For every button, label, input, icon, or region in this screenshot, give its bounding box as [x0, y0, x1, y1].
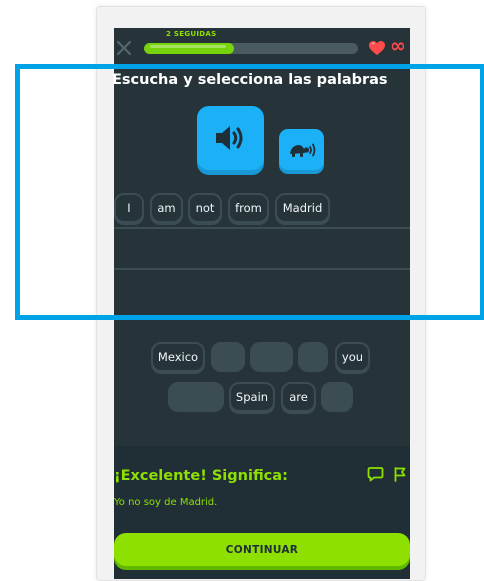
play-audio-button[interactable]: [197, 106, 264, 170]
answer-tile[interactable]: Madrid: [275, 193, 330, 223]
progress-bar: [144, 43, 358, 54]
hearts-count: ∞: [390, 35, 406, 57]
word-bank-empty-slot: [321, 382, 353, 412]
answer-tile[interactable]: am: [150, 193, 183, 223]
answer-line: [114, 268, 410, 270]
play-slow-audio-button[interactable]: [279, 129, 324, 170]
streak-label: 2 SEGUIDAS: [166, 30, 217, 38]
word-bank-tile[interactable]: you: [335, 342, 370, 372]
instruction-title: Escucha y selecciona las palabras: [112, 72, 388, 88]
answer-tile[interactable]: I: [114, 193, 144, 223]
comment-icon[interactable]: [367, 466, 384, 482]
word-bank-empty-slot: [250, 342, 293, 372]
speaker-icon: [215, 126, 242, 150]
heart-icon[interactable]: [368, 40, 386, 56]
progress-shine: [150, 45, 226, 48]
feedback-title: ¡Excelente! Significa:: [114, 468, 288, 484]
close-icon[interactable]: [115, 39, 133, 57]
turtle-icon: [289, 143, 315, 157]
word-bank-empty-slot: [298, 342, 328, 372]
word-bank-empty-slot: [168, 382, 224, 412]
word-bank-tile[interactable]: Mexico: [151, 342, 205, 372]
progress-fill: [144, 43, 234, 54]
answer-tile[interactable]: not: [188, 193, 222, 223]
answer-line: [114, 227, 410, 229]
word-bank-tile[interactable]: Spain: [229, 382, 275, 412]
feedback-translation: Yo no soy de Madrid.: [114, 497, 218, 508]
flag-icon[interactable]: [393, 466, 407, 482]
word-bank-tile[interactable]: are: [281, 382, 316, 412]
word-bank-empty-slot: [211, 342, 245, 372]
answer-tile[interactable]: from: [228, 193, 269, 223]
continue-button[interactable]: CONTINUAR: [114, 533, 410, 566]
